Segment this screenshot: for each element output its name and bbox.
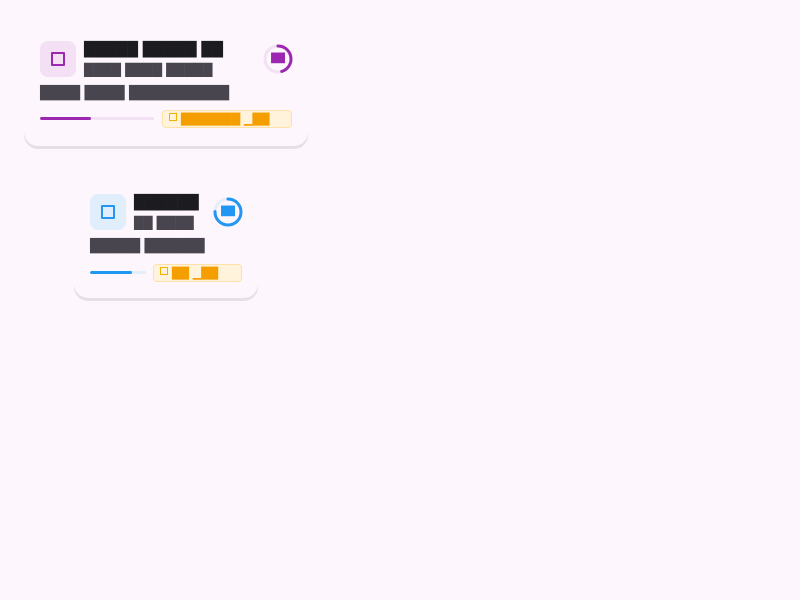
card-subtitle: ██ ████	[134, 216, 194, 230]
card-subtitle: ████ ████ █████	[84, 63, 213, 77]
card-description: █████ ██████	[90, 239, 205, 254]
progress-ring: ██	[262, 43, 294, 75]
task-card-2[interactable]: ██████ ██ ████ ██ █████ ██████ ██ ▁██	[74, 182, 258, 298]
square-icon	[160, 267, 168, 275]
card-description: ████ ████ ██████████	[40, 86, 230, 101]
progress-bar-fill	[40, 117, 92, 120]
progress-bar-fill	[90, 271, 132, 274]
card-title: █████ █████ ██	[84, 42, 223, 58]
progress-ring-label: ██	[221, 207, 235, 217]
progress-ring: ██	[212, 196, 244, 228]
due-badge-text: ██ ▁██	[172, 266, 219, 280]
due-badge-text: ███████ ▁██	[181, 112, 270, 126]
square-icon	[169, 113, 177, 121]
progress-bar	[40, 117, 154, 120]
card-icon-container	[90, 194, 126, 230]
progress-bar	[90, 271, 146, 274]
square-icon	[51, 52, 65, 66]
progress-ring-label: ██	[271, 54, 285, 64]
card-icon-container	[40, 41, 76, 77]
due-badge: ██ ▁██	[153, 264, 242, 282]
card-title: ██████	[134, 195, 199, 211]
task-card-1[interactable]: █████ █████ ██ ████ ████ █████ ██ ████ █…	[24, 28, 308, 146]
square-icon	[101, 205, 115, 219]
due-badge: ███████ ▁██	[162, 110, 292, 128]
